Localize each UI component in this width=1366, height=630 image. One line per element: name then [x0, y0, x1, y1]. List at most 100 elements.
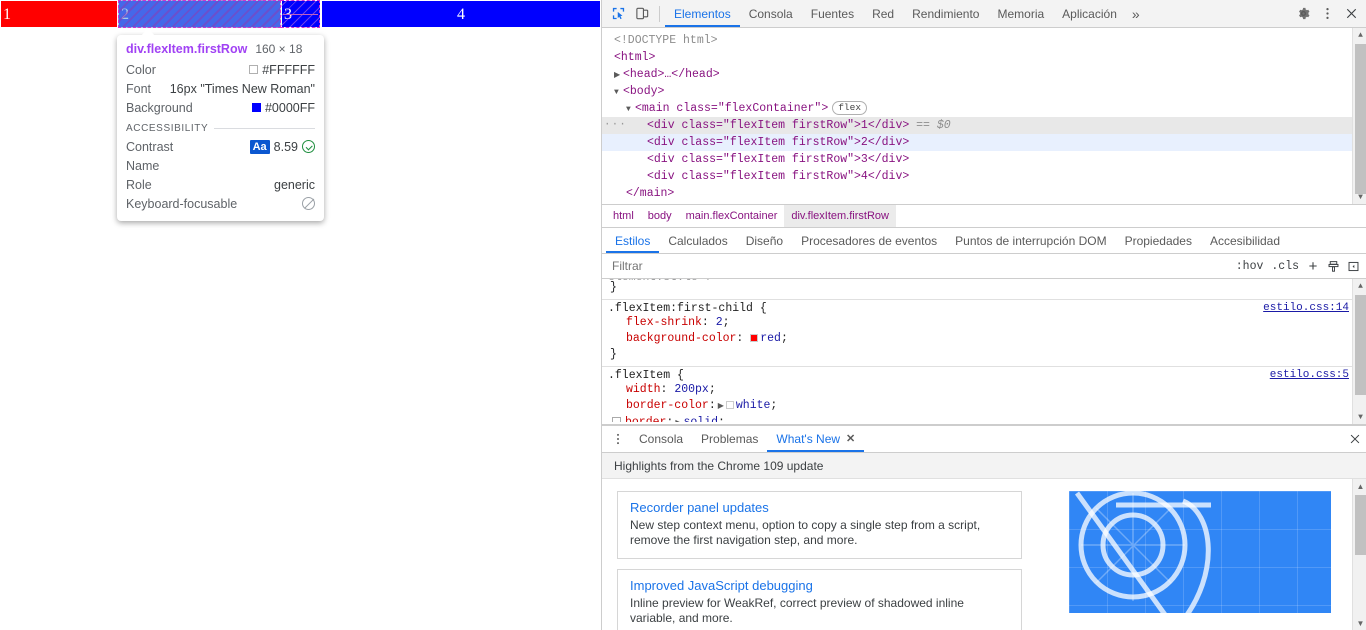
- css-rule-flexitem[interactable]: .flexItem { estilo.css:5 width: 200px; b…: [602, 367, 1366, 424]
- drawer-tab-consola[interactable]: Consola: [630, 427, 692, 452]
- more-tabs-chevron-icon[interactable]: »: [1126, 1, 1146, 27]
- drawer-tabs: Consola Problemas What's New ✕: [602, 426, 1366, 453]
- rule-source-link[interactable]: estilo.css:14: [1263, 302, 1349, 314]
- hov-button[interactable]: :hov: [1232, 260, 1268, 273]
- css-declaration[interactable]: width: 200px;: [608, 382, 1366, 398]
- whats-new-media-thumbnail[interactable]: new: [1069, 491, 1331, 613]
- css-property-value[interactable]: 2: [716, 316, 723, 329]
- kebab-menu-icon[interactable]: [606, 428, 630, 450]
- tab-rendimiento[interactable]: Rendimiento: [903, 1, 988, 27]
- color-swatch-white-icon[interactable]: [725, 401, 734, 409]
- breadcrumb-item-body[interactable]: body: [641, 205, 679, 227]
- expand-triangle-icon[interactable]: ▶: [614, 67, 623, 84]
- dom-more-dots-icon[interactable]: ···: [604, 117, 627, 134]
- subtab-calculados[interactable]: Calculados: [659, 229, 736, 253]
- toggle-sidebar-icon[interactable]: [1343, 256, 1363, 276]
- expand-triangle-icon[interactable]: ▶: [675, 419, 681, 422]
- device-toolbar-icon[interactable]: [630, 3, 654, 25]
- subtab-estilos[interactable]: Estilos: [606, 229, 659, 253]
- dom-line[interactable]: <div class="flexItem firstRow">2</div>: [602, 134, 1366, 151]
- subtab-procesadores-de-eventos[interactable]: Procesadores de eventos: [792, 229, 946, 253]
- dom-line[interactable]: <div class="flexItem firstRow">4</div>: [602, 168, 1366, 185]
- breadcrumb-item-main[interactable]: main.flexContainer: [679, 205, 785, 227]
- css-declaration[interactable]: border:▶solid;: [608, 415, 1366, 422]
- styles-rules-pane[interactable]: element.style { } .flexItem:first-child …: [602, 279, 1366, 425]
- a11y-name-label: Name: [126, 158, 160, 173]
- dom-tree-panel[interactable]: <!DOCTYPE html> <html> ▶ <head>…</head> ▼…: [602, 28, 1366, 205]
- whats-new-card[interactable]: Improved JavaScript debugging Inline pre…: [617, 569, 1022, 630]
- dom-line[interactable]: </main>: [602, 185, 1366, 202]
- breadcrumb-item-html[interactable]: html: [606, 205, 641, 227]
- close-icon[interactable]: [1339, 3, 1363, 25]
- css-property-value[interactable]: solid: [683, 416, 718, 422]
- drawer-tab-whats-new[interactable]: What's New ✕: [767, 427, 864, 452]
- declaration-checkbox[interactable]: [612, 417, 621, 422]
- devtools-toolbar: Elementos Consola Fuentes Red Rendimient…: [602, 0, 1366, 28]
- subtab-diseno[interactable]: Diseño: [737, 229, 792, 253]
- subtab-accesibilidad[interactable]: Accesibilidad: [1201, 229, 1289, 253]
- filter-input[interactable]: [610, 258, 1232, 274]
- dom-line[interactable]: <!DOCTYPE html>: [602, 32, 1366, 49]
- drawer-tab-problemas[interactable]: Problemas: [692, 427, 767, 452]
- css-rule-flexitem-first-child[interactable]: .flexItem:first-child { estilo.css:14 fl…: [602, 300, 1366, 367]
- flex-item-2[interactable]: 2: [118, 0, 281, 28]
- flex-badge[interactable]: flex: [832, 101, 868, 115]
- css-declaration[interactable]: background-color: red;: [608, 331, 1366, 347]
- css-rule-element-style[interactable]: element.style { }: [602, 279, 1366, 300]
- flex-item-4[interactable]: 4: [321, 0, 601, 28]
- subtab-puntos-de-interrupcion-dom[interactable]: Puntos de interrupción DOM: [946, 229, 1115, 253]
- tab-consola[interactable]: Consola: [740, 1, 802, 27]
- tab-fuentes[interactable]: Fuentes: [802, 1, 863, 27]
- whats-new-body[interactable]: Recorder panel updates New step context …: [602, 479, 1366, 630]
- collapse-triangle-icon[interactable]: ▼: [626, 101, 635, 118]
- css-property-value[interactable]: 200px: [674, 383, 709, 396]
- dom-line[interactable]: ··· <div class="flexItem firstRow">1</div…: [602, 117, 1366, 134]
- color-swatch-red-icon[interactable]: [750, 334, 759, 342]
- breadcrumb-item-div[interactable]: div.flexItem.firstRow: [784, 205, 896, 227]
- flex-item-3[interactable]: 3: [281, 0, 321, 28]
- card-title[interactable]: Improved JavaScript debugging: [630, 578, 1009, 593]
- kebab-menu-icon[interactable]: [1315, 3, 1339, 25]
- tab-red[interactable]: Red: [863, 1, 903, 27]
- flex-item-1[interactable]: 1: [0, 0, 118, 28]
- tab-elementos[interactable]: Elementos: [665, 1, 740, 27]
- close-icon[interactable]: ✕: [846, 427, 855, 452]
- scroll-up-arrow-icon[interactable]: ▲: [1353, 279, 1366, 293]
- subtab-propiedades[interactable]: Propiedades: [1116, 229, 1201, 253]
- scroll-up-arrow-icon[interactable]: ▲: [1353, 479, 1366, 493]
- collapse-triangle-icon[interactable]: ▼: [614, 84, 623, 101]
- cls-button[interactable]: .cls: [1267, 260, 1303, 273]
- dom-tree-scrollbar[interactable]: ▲ ▼: [1352, 28, 1366, 204]
- tab-aplicacion[interactable]: Aplicación: [1053, 1, 1126, 27]
- paintbrush-icon[interactable]: [1323, 256, 1343, 276]
- dom-line[interactable]: ▼ <body>: [602, 83, 1366, 100]
- scroll-up-arrow-icon[interactable]: ▲: [1353, 28, 1366, 42]
- expand-triangle-icon[interactable]: ▶: [718, 402, 724, 411]
- whats-new-scrollbar[interactable]: ▲ ▼: [1352, 479, 1366, 630]
- tab-memoria[interactable]: Memoria: [988, 1, 1053, 27]
- scrollbar-thumb[interactable]: [1355, 495, 1366, 555]
- close-icon[interactable]: [1343, 428, 1366, 450]
- css-property-value[interactable]: white: [736, 399, 771, 412]
- add-rule-button[interactable]: +: [1303, 256, 1323, 276]
- dom-line[interactable]: ▶ <head>…</head>: [602, 66, 1366, 83]
- rule-source-link[interactable]: estilo.css:5: [1270, 369, 1349, 381]
- dom-line[interactable]: ▼ <main class="flexContainer"> flex: [602, 100, 1366, 117]
- scroll-down-arrow-icon[interactable]: ▼: [1353, 616, 1366, 630]
- rule-selector: .flexItem:first-child { estilo.css:14: [608, 302, 1366, 315]
- dom-line[interactable]: <div class="flexItem firstRow">3</div>: [602, 151, 1366, 168]
- dom-line[interactable]: <html>: [602, 49, 1366, 66]
- card-title[interactable]: Recorder panel updates: [630, 500, 1009, 515]
- css-property-value[interactable]: red: [760, 332, 781, 345]
- scrollbar-thumb[interactable]: [1355, 295, 1366, 395]
- css-declaration[interactable]: flex-shrink: 2;: [608, 315, 1366, 331]
- version-109-blueprint-icon: [1074, 491, 1211, 613]
- scrollbar-thumb[interactable]: [1355, 44, 1366, 194]
- styles-scrollbar[interactable]: ▲ ▼: [1352, 279, 1366, 424]
- whats-new-card[interactable]: Recorder panel updates New step context …: [617, 491, 1022, 559]
- scroll-down-arrow-icon[interactable]: ▼: [1353, 190, 1366, 204]
- scroll-down-arrow-icon[interactable]: ▼: [1353, 410, 1366, 424]
- inspect-cursor-icon[interactable]: [606, 3, 630, 25]
- css-declaration[interactable]: border-color: ▶ white;: [608, 398, 1366, 415]
- gear-icon[interactable]: [1291, 3, 1315, 25]
